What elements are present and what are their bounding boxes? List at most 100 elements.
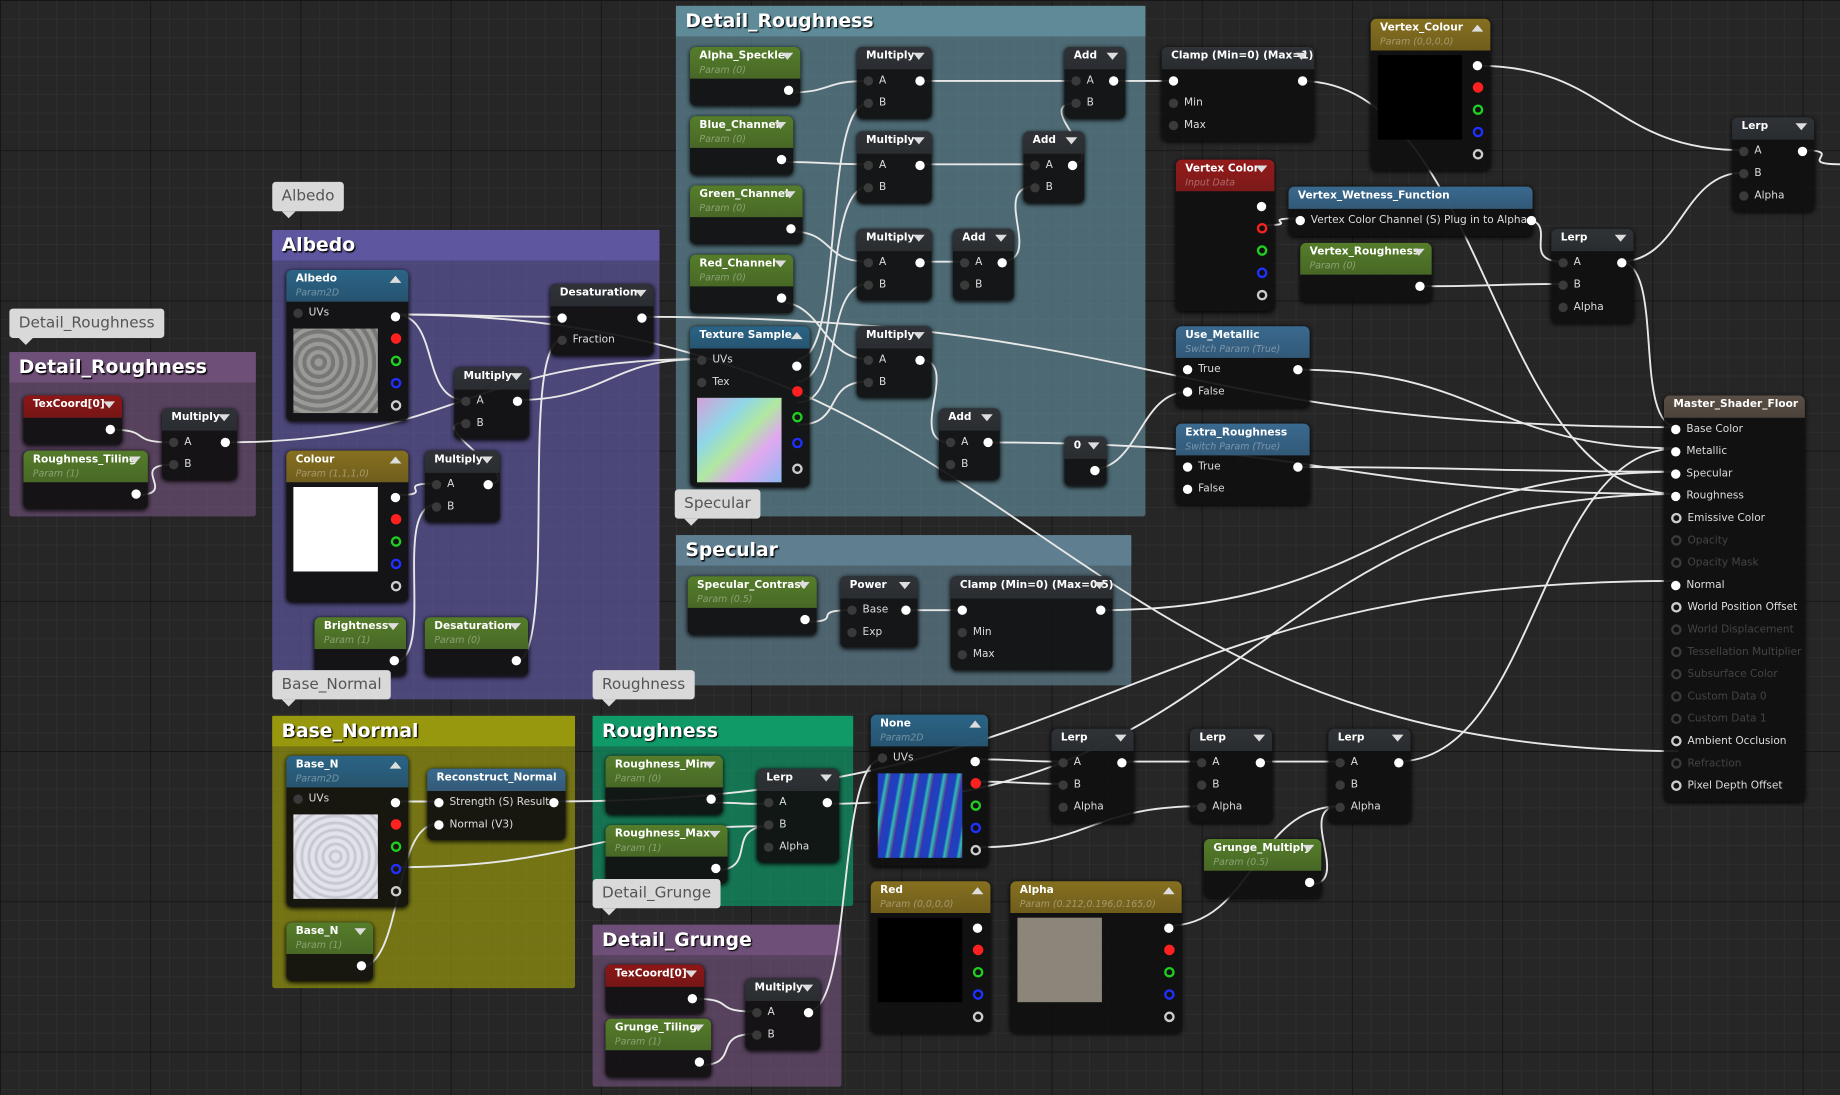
- input-pin-icon[interactable]: [168, 437, 179, 447]
- node-alpha-p[interactable]: Alpha Param (0.212,0.196,0.165,0): [1010, 881, 1182, 1033]
- output-pin-icon[interactable]: [783, 85, 794, 95]
- input-pin-icon[interactable]: [1671, 535, 1682, 546]
- output-pin-b-icon[interactable]: [1472, 126, 1484, 138]
- node-base-n-p[interactable]: Base_N Param (1): [286, 922, 374, 982]
- node-mul-d4[interactable]: Multiply A B: [856, 326, 932, 398]
- input-pin-icon[interactable]: [1671, 668, 1682, 680]
- node-vertex-rough[interactable]: Vertex_Roughness Param (0): [1300, 242, 1432, 302]
- pin-row[interactable]: B: [857, 176, 932, 198]
- input-pin-icon[interactable]: [1182, 484, 1193, 494]
- output-pin-a-icon[interactable]: [972, 1011, 984, 1023]
- pin-row[interactable]: A: [857, 69, 932, 91]
- input-pin-icon[interactable]: [863, 377, 874, 387]
- pin-row[interactable]: [690, 79, 800, 101]
- input-pin-icon[interactable]: [1196, 802, 1207, 812]
- pin-row[interactable]: [690, 217, 803, 239]
- input-pin-icon[interactable]: [863, 354, 874, 365]
- input-pin-icon[interactable]: [1335, 802, 1345, 812]
- node-mul-g[interactable]: Multiply A B: [745, 978, 821, 1051]
- pin-row[interactable]: B: [1064, 92, 1125, 114]
- dropdown-arrow-icon[interactable]: [218, 414, 231, 422]
- node-vertex-colour[interactable]: Vertex_Colour Param (0,0,0,0): [1370, 18, 1491, 171]
- output-pin-icon[interactable]: [800, 614, 810, 624]
- input-pin-icon[interactable]: [1671, 580, 1681, 590]
- dropdown-arrow-icon[interactable]: [708, 830, 721, 838]
- output-pin-rgb-icon[interactable]: [1164, 923, 1174, 933]
- output-pin-a-icon[interactable]: [792, 463, 803, 475]
- dropdown-arrow-icon[interactable]: [995, 234, 1007, 242]
- dropdown-arrow-icon[interactable]: [1412, 248, 1425, 256]
- dropdown-arrow-icon[interactable]: [912, 52, 925, 60]
- node-rtiling[interactable]: Roughness_Tiling Param (1): [23, 450, 148, 510]
- input-pin-icon[interactable]: [847, 604, 857, 615]
- node-header[interactable]: Desaturation: [550, 283, 654, 307]
- pin-row[interactable]: False: [1176, 380, 1310, 402]
- pin-row[interactable]: B: [1328, 773, 1410, 795]
- output-pin-icon[interactable]: [1255, 757, 1266, 767]
- dropdown-arrow-icon[interactable]: [1255, 165, 1268, 173]
- dropdown-arrow-icon[interactable]: [1795, 123, 1808, 131]
- node-header[interactable]: Multiply: [856, 228, 932, 252]
- output-pin-icon[interactable]: [915, 354, 925, 365]
- output-pin-icon[interactable]: [1090, 465, 1100, 475]
- node-header[interactable]: TexCoord[0]: [23, 395, 123, 418]
- node-header[interactable]: Vertex Color Input Data: [1175, 159, 1275, 192]
- input-pin-icon[interactable]: [877, 752, 888, 763]
- output-pin-icon[interactable]: [1297, 75, 1308, 86]
- output-pin-rgb-icon[interactable]: [390, 312, 401, 322]
- pin-row[interactable]: A: [425, 473, 500, 495]
- output-pin-a-icon[interactable]: [1256, 289, 1268, 301]
- input-pin-icon[interactable]: [1182, 386, 1193, 397]
- pin-row[interactable]: A: [1551, 251, 1633, 273]
- output-pin-icon[interactable]: [512, 396, 523, 406]
- dropdown-arrow-icon[interactable]: [387, 623, 399, 631]
- output-pin-icon[interactable]: [511, 655, 522, 665]
- output-pin-icon[interactable]: [105, 424, 116, 434]
- output-pin-b-icon[interactable]: [1256, 267, 1268, 279]
- output-pin-r-icon[interactable]: [1256, 222, 1268, 234]
- input-pin-icon[interactable]: [1671, 713, 1682, 725]
- dropdown-arrow-icon[interactable]: [481, 456, 493, 464]
- pin-row[interactable]: Strength (S) Result: [427, 791, 565, 813]
- pin-row[interactable]: [1162, 69, 1315, 91]
- output-pin-icon[interactable]: [776, 154, 787, 164]
- dropdown-arrow-icon[interactable]: [510, 373, 523, 381]
- pin-row[interactable]: Alpha: [1190, 796, 1272, 818]
- node-header[interactable]: Multiply: [856, 326, 932, 349]
- node-header[interactable]: Lerp: [756, 768, 840, 791]
- input-pin-icon[interactable]: [863, 182, 874, 192]
- pin-row[interactable]: B: [1732, 162, 1814, 184]
- input-pin-icon[interactable]: [431, 479, 442, 489]
- node-header[interactable]: Add: [938, 408, 1000, 431]
- pin-row[interactable]: [425, 649, 528, 671]
- input-pin-row[interactable]: UVs: [877, 746, 962, 768]
- output-pin-r-icon[interactable]: [972, 944, 984, 956]
- input-pin-icon[interactable]: [1335, 757, 1345, 767]
- input-pin-icon[interactable]: [752, 1029, 762, 1040]
- node-header[interactable]: Multiply: [856, 46, 932, 70]
- pin-row[interactable]: B: [1051, 773, 1133, 795]
- node-lerp-r[interactable]: Lerp A B Alpha: [756, 768, 840, 863]
- pin-row[interactable]: A: [857, 154, 932, 176]
- input-pin-icon[interactable]: [763, 797, 774, 807]
- output-pin-rgb-icon[interactable]: [1472, 61, 1483, 71]
- output-pin-r-icon[interactable]: [970, 778, 982, 789]
- output-pin-icon[interactable]: [711, 863, 721, 873]
- pin-row[interactable]: B: [1023, 176, 1084, 198]
- pin-row[interactable]: Base Color: [1664, 418, 1805, 440]
- pin-row[interactable]: A: [1023, 154, 1084, 176]
- input-pin-icon[interactable]: [1071, 75, 1081, 86]
- output-pin-b-icon[interactable]: [970, 822, 982, 834]
- pin-row[interactable]: Opacity Mask: [1664, 552, 1805, 574]
- output-pin-g-icon[interactable]: [1256, 245, 1268, 256]
- node-lerp-b2[interactable]: Lerp A B Alpha: [1189, 728, 1273, 823]
- output-pin-a-icon[interactable]: [1164, 1011, 1175, 1023]
- output-pin-icon[interactable]: [637, 312, 647, 323]
- node-vertex-color[interactable]: Vertex Color Input Data: [1175, 159, 1275, 311]
- input-pin-icon[interactable]: [293, 793, 303, 804]
- node-header[interactable]: Power: [840, 576, 918, 599]
- node-colour[interactable]: Colour Param (1,1,1,0): [286, 450, 409, 603]
- dropdown-arrow-icon[interactable]: [1391, 734, 1404, 742]
- pin-row[interactable]: B: [1551, 273, 1633, 295]
- node-lerp-b1[interactable]: Lerp A B Alpha: [1051, 728, 1134, 823]
